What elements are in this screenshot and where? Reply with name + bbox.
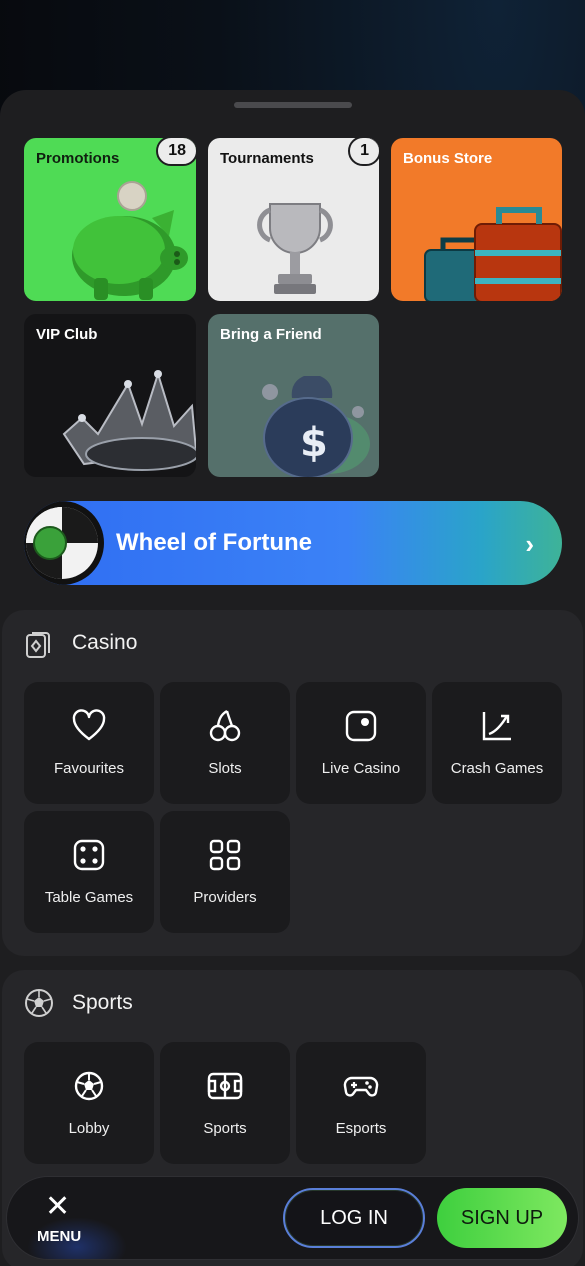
tile-bonus-store[interactable]: Bonus Store <box>391 138 562 301</box>
tournaments-count-badge: 1 <box>348 138 379 166</box>
tile-vip-club[interactable]: VIP Club <box>24 314 196 477</box>
close-icon[interactable]: ✕ <box>45 1189 70 1224</box>
live-icon <box>345 710 377 742</box>
heart-icon <box>72 709 106 741</box>
grid-icon <box>209 839 241 871</box>
dice-icon <box>73 839 105 871</box>
card-label: Slots <box>208 760 242 777</box>
sports-lobby[interactable]: Lobby <box>24 1042 154 1164</box>
casino-slots[interactable]: Slots <box>160 682 290 804</box>
card-label: Live Casino <box>321 760 401 777</box>
suitcase-icon <box>424 207 562 301</box>
bottom-nav-bar: ✕ MENU LOG IN SIGN UP <box>6 1176 579 1260</box>
card-label: Crash Games <box>450 760 544 777</box>
sports-sports[interactable]: Sports <box>160 1042 290 1164</box>
tile-tournaments[interactable]: Tournaments 1 <box>208 138 379 301</box>
money-bag-icon: $ <box>262 376 370 477</box>
signup-button[interactable]: SIGN UP <box>437 1188 567 1248</box>
card-label: Esports <box>335 1120 387 1137</box>
cherries-icon <box>209 709 241 742</box>
casino-favourites[interactable]: Favourites <box>24 682 154 804</box>
casino-table-games[interactable]: Table Games <box>24 811 154 933</box>
sports-header: Sports <box>24 988 133 1018</box>
football-icon <box>25 989 53 1017</box>
casino-title: Casino <box>72 631 138 654</box>
svg-text:$: $ <box>300 420 328 466</box>
gamepad-icon <box>343 1076 379 1097</box>
card-label: Sports <box>203 1120 247 1137</box>
pitch-icon <box>207 1072 243 1100</box>
card-label: Providers <box>193 889 257 906</box>
chevron-right-icon: › <box>525 529 534 559</box>
cards-icon <box>26 632 50 658</box>
menu-label[interactable]: MENU <box>37 1228 81 1245</box>
casino-header: Casino <box>24 628 137 658</box>
menu-sheet: Promotions 18 Tournaments 1 Bonus Store <box>0 90 585 1266</box>
sports-title: Sports <box>72 991 133 1014</box>
casino-live-casino[interactable]: Live Casino <box>296 682 426 804</box>
promotions-count-badge: 18 <box>156 138 196 166</box>
casino-providers[interactable]: Providers <box>160 811 290 933</box>
card-label: Lobby <box>68 1120 110 1137</box>
chart-up-icon <box>482 712 511 741</box>
fortune-wheel-icon <box>24 501 104 585</box>
casino-crash-games[interactable]: Crash Games <box>432 682 562 804</box>
card-label: Favourites <box>53 760 125 777</box>
football-icon <box>74 1071 104 1101</box>
card-label: Table Games <box>44 889 134 906</box>
login-button[interactable]: LOG IN <box>283 1188 425 1248</box>
drag-handle[interactable] <box>234 102 352 108</box>
wheel-of-fortune-title: Wheel of Fortune <box>116 529 312 556</box>
crown-icon <box>62 370 196 471</box>
sports-esports[interactable]: Esports <box>296 1042 426 1164</box>
wheel-of-fortune-banner[interactable]: Wheel of Fortune › <box>24 501 562 585</box>
casino-section: Casino Favourites Slots Live Casino Cras… <box>2 610 583 956</box>
tile-promotions[interactable]: Promotions 18 <box>24 138 196 301</box>
tile-bring-a-friend[interactable]: Bring a Friend $ <box>208 314 379 477</box>
